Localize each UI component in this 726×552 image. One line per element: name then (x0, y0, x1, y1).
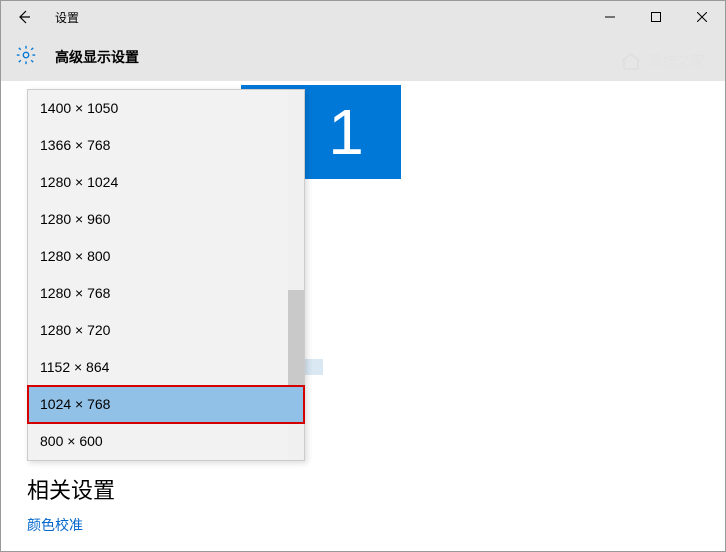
resolution-dropdown[interactable]: 1400 × 10501366 × 7681280 × 10241280 × 9… (27, 89, 305, 461)
page-header: 高级显示设置 (1, 33, 725, 81)
titlebar: 设置 (1, 1, 725, 33)
minimize-button[interactable] (587, 1, 633, 33)
close-button[interactable] (679, 1, 725, 33)
back-arrow-icon (16, 9, 32, 25)
resolution-option[interactable]: 800 × 600 (28, 423, 304, 460)
window-controls (587, 1, 725, 33)
resolution-option[interactable]: 1366 × 768 (28, 127, 304, 164)
resolution-option[interactable]: 1400 × 1050 (28, 90, 304, 127)
house-icon (619, 51, 643, 71)
monitor-number: 1 (328, 95, 364, 169)
section-title: 相关设置 (27, 473, 115, 505)
resolution-option[interactable]: 1152 × 864 (28, 349, 304, 386)
resolution-option[interactable]: 1280 × 720 (28, 312, 304, 349)
gear-icon (15, 44, 37, 71)
maximize-button[interactable] (633, 1, 679, 33)
color-calibration-link[interactable]: 颜色校准 (27, 515, 83, 535)
resolution-option[interactable]: 1280 × 768 (28, 275, 304, 312)
resolution-option[interactable]: 1280 × 960 (28, 201, 304, 238)
resolution-option[interactable]: 1280 × 800 (28, 238, 304, 275)
window-title: 设置 (55, 9, 79, 26)
resolution-option[interactable]: 1280 × 1024 (28, 164, 304, 201)
resolution-option[interactable]: 1024 × 768 (28, 386, 304, 423)
page-title: 高级显示设置 (55, 47, 139, 67)
watermark: 系统之家 (619, 51, 705, 71)
back-button[interactable] (1, 1, 47, 33)
